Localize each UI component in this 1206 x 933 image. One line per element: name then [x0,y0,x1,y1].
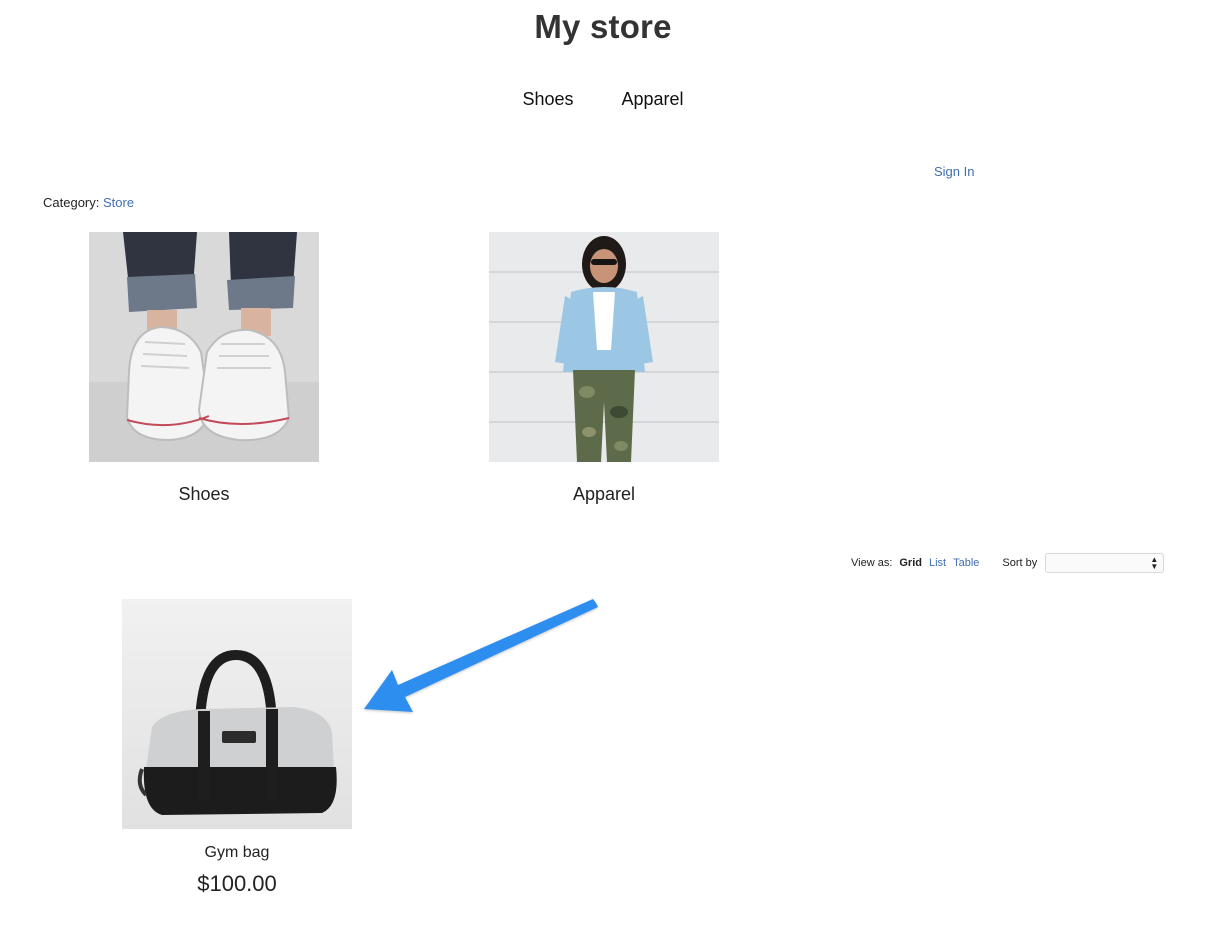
category-card-apparel[interactable]: Apparel [489,232,719,505]
category-card-shoes[interactable]: Shoes [89,232,319,505]
product-name[interactable]: Gym bag [122,844,352,862]
view-table-option[interactable]: Table [953,557,979,569]
gym-bag-product-image[interactable] [122,599,352,829]
breadcrumb: Category: Store [43,195,134,210]
sign-in-link[interactable]: Sign In [934,164,974,179]
shoes-category-image[interactable] [89,232,319,462]
store-title[interactable]: My store [0,8,1206,46]
view-sort-bar: View as: Grid List Table Sort by ▲ ▼ [851,553,1165,573]
category-label-shoes[interactable]: Shoes [89,484,319,505]
apparel-category-image[interactable] [489,232,719,462]
nav-item-shoes[interactable]: Shoes [522,89,573,110]
category-label-apparel[interactable]: Apparel [489,484,719,505]
top-nav: Shoes Apparel [0,89,1206,110]
sort-by-label: Sort by [1002,557,1038,569]
product-price: $100.00 [197,871,277,896]
sort-by-select[interactable]: ▲ ▼ [1045,553,1165,573]
view-grid-option[interactable]: Grid [899,557,922,569]
view-as-label: View as: [851,557,893,569]
nav-item-apparel[interactable]: Apparel [622,89,684,110]
breadcrumb-store-link[interactable]: Store [103,195,134,210]
product-card-gym-bag[interactable]: Gym bag $100.00 [122,599,352,897]
select-arrows-icon: ▲ ▼ [1150,555,1159,571]
view-list-option[interactable]: List [929,557,946,569]
breadcrumb-prefix: Category: [43,195,100,210]
